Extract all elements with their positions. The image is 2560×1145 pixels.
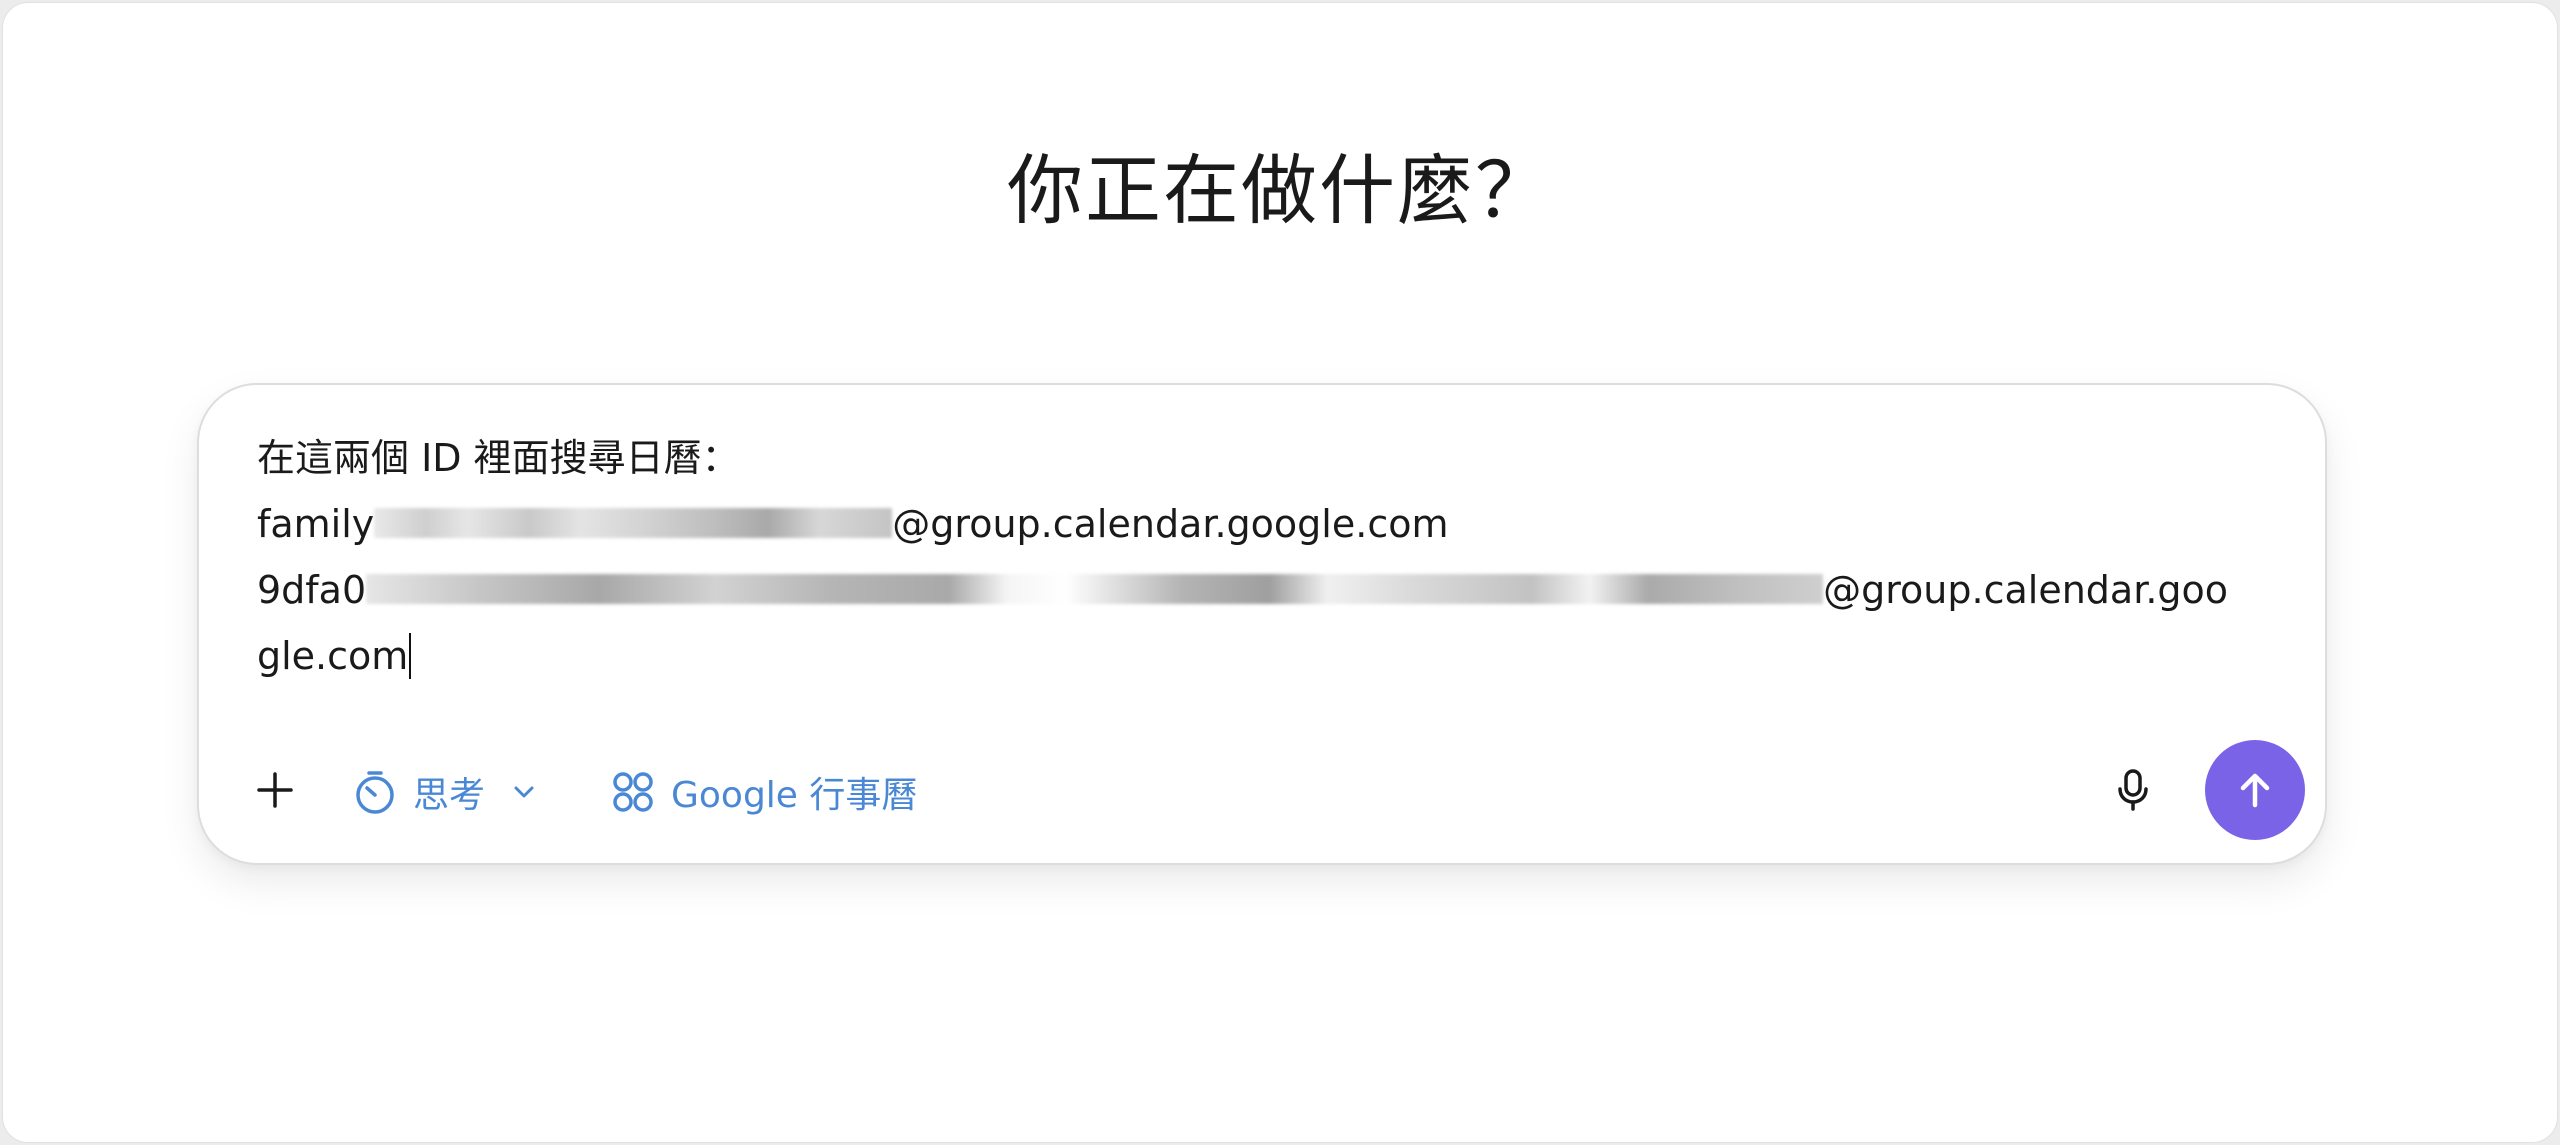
google-calendar-tool-button[interactable]: Google 行事曆 [609, 766, 917, 818]
redacted-blur [366, 573, 1824, 604]
prompt-line-3: 9dfa0 @group.calendar.goo [257, 557, 2267, 623]
redacted-blur [374, 507, 893, 538]
page-title: 你正在做什麼？ [1007, 146, 1553, 235]
prompt-composer[interactable]: 在這兩個 ID 裡面搜尋日曆： family @group.calendar.go… [197, 383, 2327, 865]
calendar-id-1-suffix: @group.calendar.google.com [892, 502, 1449, 546]
microphone-icon [2118, 769, 2148, 811]
calendar-id-2-suffix: @group.calendar.goo [1823, 568, 2229, 612]
timer-icon [356, 771, 394, 814]
prompt-line-2: family @group.calendar.google.com [257, 491, 2267, 557]
think-mode-label: 思考 [413, 775, 486, 816]
prompt-line-1-text: 在這兩個 ID 裡面搜尋日曆： [257, 436, 740, 480]
text-caret [409, 632, 412, 679]
prompt-line-1: 在這兩個 ID 裡面搜尋日曆： [257, 425, 2267, 491]
arrow-up-icon [2240, 773, 2270, 808]
google-calendar-label: Google 行事曆 [671, 775, 918, 816]
send-button[interactable] [2205, 740, 2305, 840]
plus-icon [257, 772, 293, 808]
apps-grid-icon [613, 772, 653, 812]
calendar-id-1-prefix: family [257, 502, 375, 546]
app-window: 你正在做什麼？ 在這兩個 ID 裡面搜尋日曆： family @group.cal… [2, 2, 2558, 1143]
composer-toolbar: 思考 Google 行事曆 [199, 740, 2325, 840]
think-mode-button[interactable]: 思考 [351, 766, 541, 818]
chevron-down-icon [514, 786, 534, 798]
add-attachment-button[interactable] [251, 766, 299, 814]
voice-input-button[interactable] [2109, 766, 2157, 814]
prompt-text-input[interactable]: 在這兩個 ID 裡面搜尋日曆： family @group.calendar.go… [257, 425, 2267, 689]
calendar-id-2-end: gle.com [257, 634, 409, 678]
prompt-line-4: gle.com [257, 623, 2267, 689]
calendar-id-2-prefix: 9dfa0 [257, 568, 367, 612]
